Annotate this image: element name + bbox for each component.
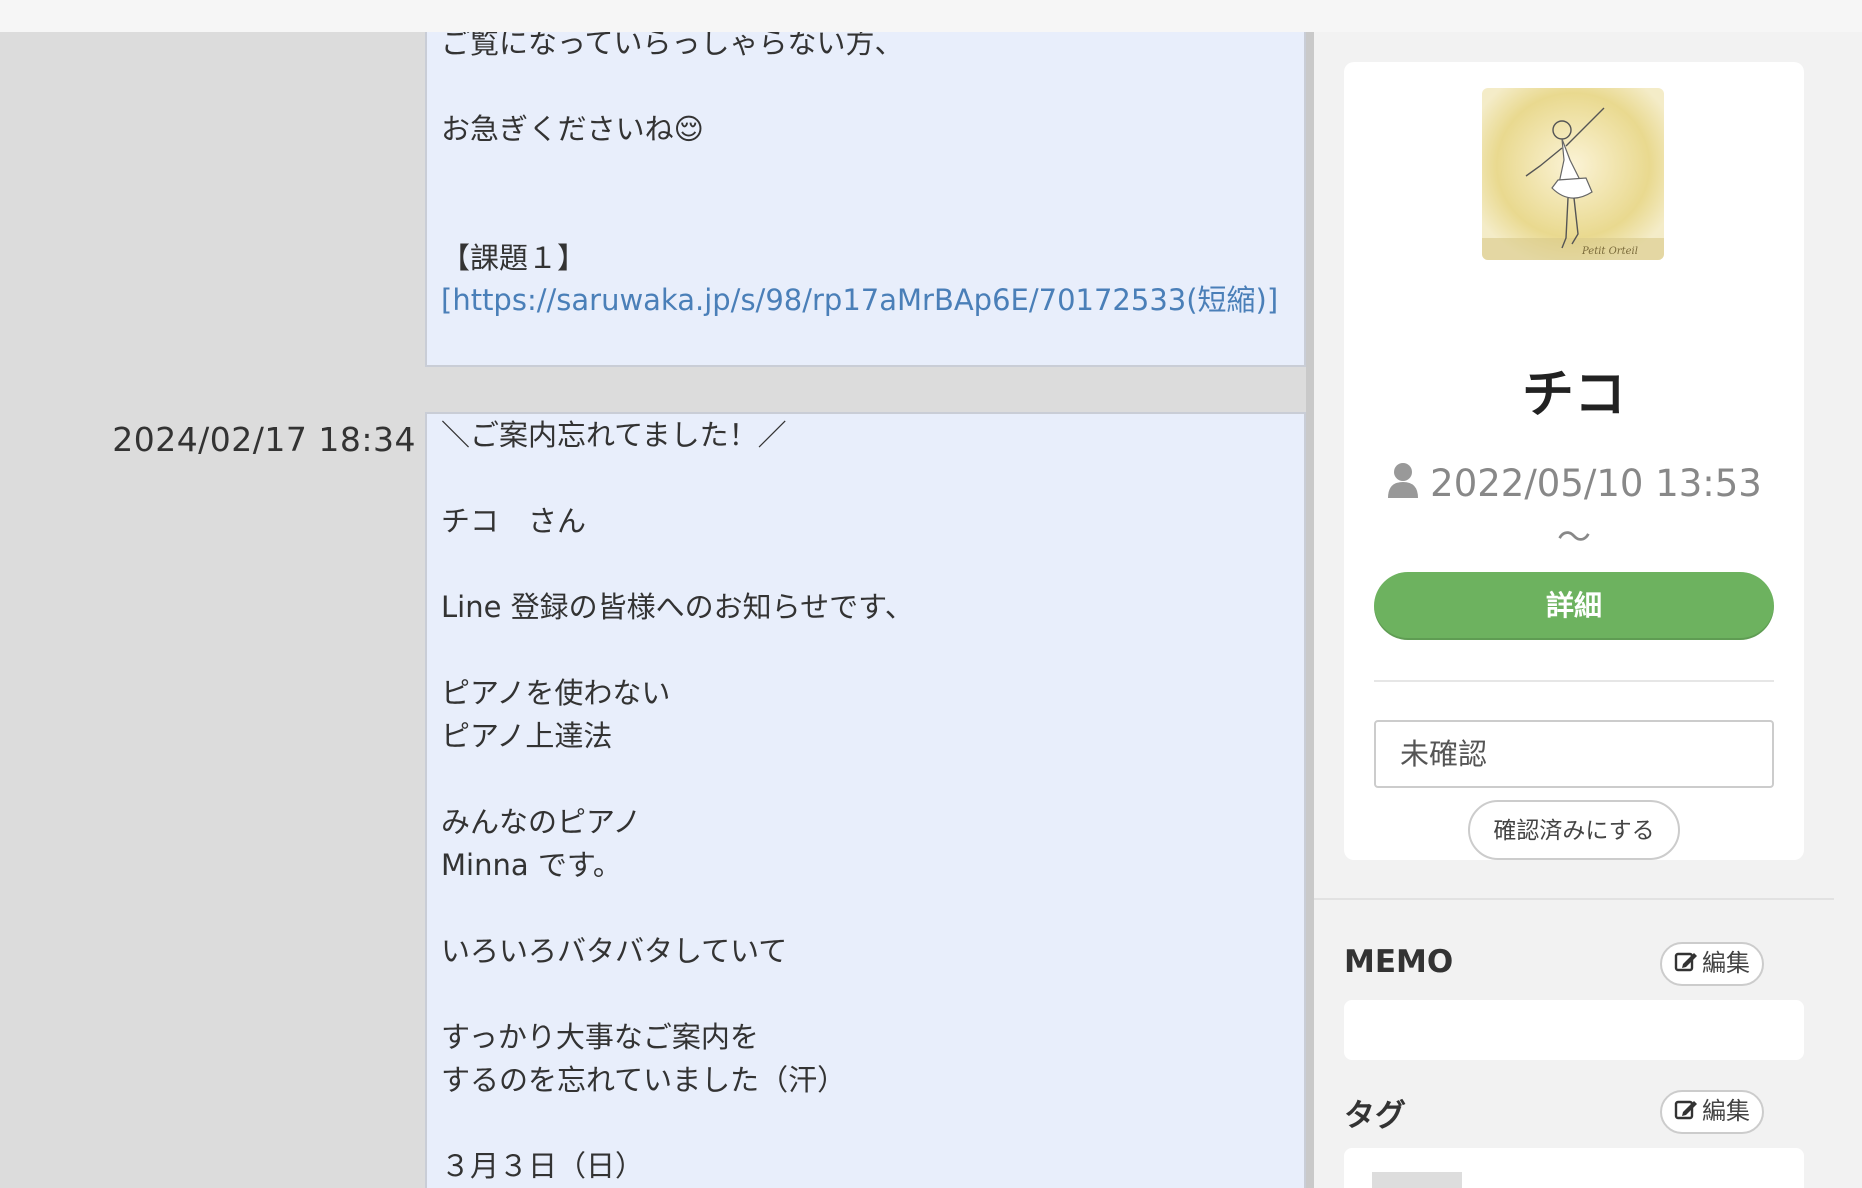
memo-box[interactable]	[1344, 1000, 1804, 1060]
registered-date: 2022/05/10 13:53	[1430, 462, 1762, 505]
edit-label: 編集	[1702, 950, 1750, 977]
divider	[1314, 898, 1834, 900]
mark-confirmed-button[interactable]: 確認済みにする	[1468, 800, 1680, 860]
registered-since: 2022/05/10 13:53	[1344, 462, 1804, 507]
detail-button[interactable]: 詳細	[1374, 572, 1774, 640]
tag-edit-button[interactable]: 編集	[1660, 1090, 1764, 1134]
top-bar	[0, 0, 1862, 32]
range-tilde: 〜	[1557, 518, 1591, 558]
memo-edit-button[interactable]: 編集	[1660, 942, 1764, 986]
divider	[1374, 680, 1774, 682]
message-text: ご覧になっていらっしゃらない方、 お急ぎくださいね😌 【課題１】	[441, 32, 904, 275]
message-text: ＼ご案内忘れてました！／ チコ さん Line 登録の皆様へのお知らせです、 ピ…	[441, 418, 914, 1183]
user-icon	[1386, 462, 1420, 507]
profile-card: Petit Orteil チコ 2022/05/10 13:53 〜 詳細 未確…	[1344, 62, 1804, 860]
chat-area[interactable]: ご覧になっていらっしゃらない方、 お急ぎくださいね😌 【課題１】 [https:/…	[0, 32, 1314, 1188]
edit-label: 編集	[1702, 1098, 1750, 1125]
memo-title: MEMO	[1344, 944, 1454, 980]
user-name: チコ	[1521, 365, 1626, 425]
message-bubble: ＼ご案内忘れてました！／ チコ さん Line 登録の皆様へのお知らせです、 ピ…	[425, 412, 1314, 1188]
svg-text:Petit Orteil: Petit Orteil	[1581, 246, 1638, 257]
tag-title: タグ	[1344, 1098, 1406, 1134]
edit-icon	[1674, 1095, 1698, 1135]
tag-box	[1344, 1148, 1804, 1188]
avatar: Petit Orteil	[1482, 88, 1664, 260]
status-select[interactable]: 未確認	[1374, 720, 1774, 788]
message-timestamp: 2024/02/17 18:34	[112, 420, 416, 459]
message-bubble: ご覧になっていらっしゃらない方、 お急ぎくださいね😌 【課題１】 [https:/…	[425, 32, 1306, 367]
edit-icon	[1674, 947, 1698, 987]
message-link[interactable]: [https://saruwaka.jp/s/98/rp17aMrBAp6E/7…	[441, 280, 1292, 321]
tag-chip[interactable]	[1372, 1172, 1462, 1188]
user-sidebar: Petit Orteil チコ 2022/05/10 13:53 〜 詳細 未確…	[1314, 32, 1862, 1188]
panel-divider	[1306, 32, 1314, 1188]
